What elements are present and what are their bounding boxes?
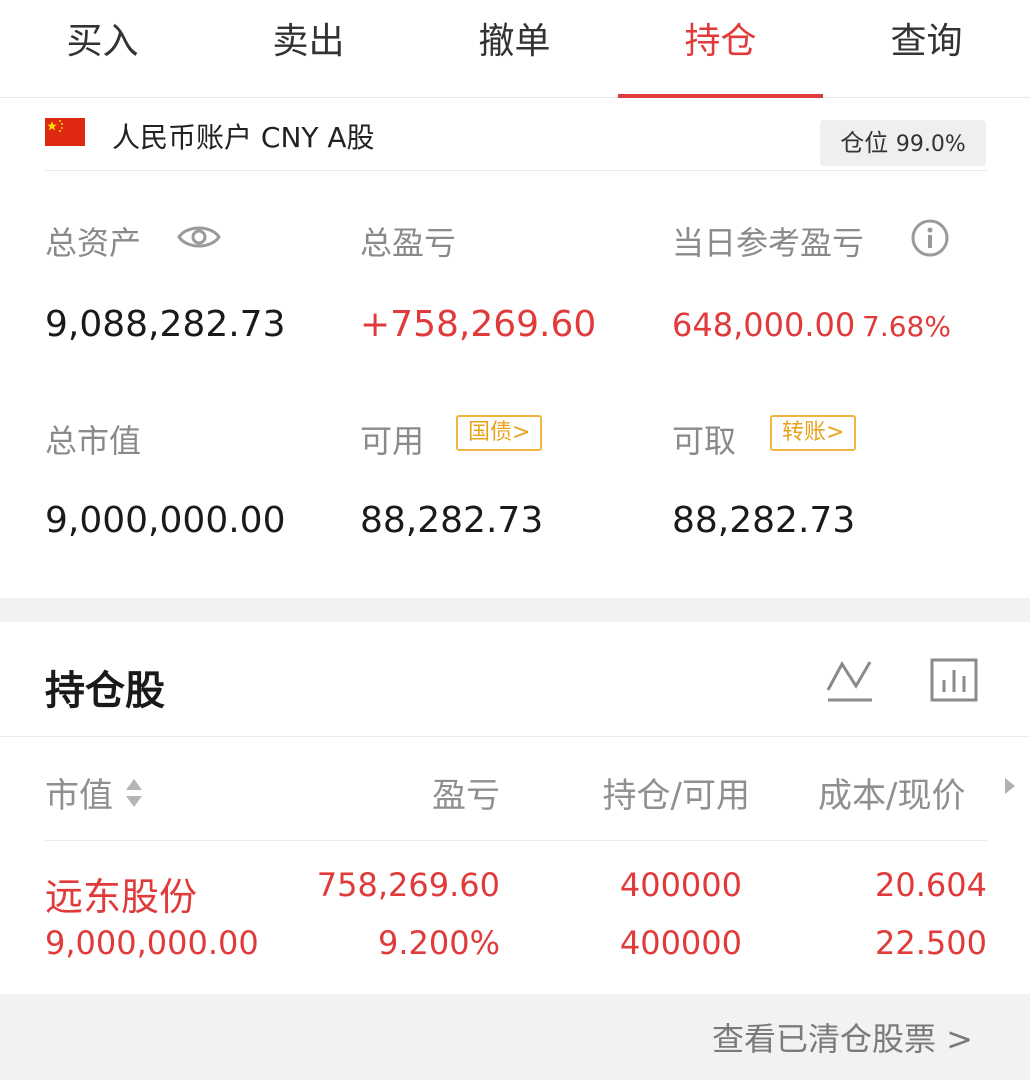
- tab-query[interactable]: 查询: [824, 0, 1029, 98]
- stock-pl: 758,269.60: [316, 866, 500, 904]
- stock-pl-percent: 9.200%: [377, 924, 500, 962]
- stock-cost: 20.604: [875, 866, 987, 904]
- line-chart-icon[interactable]: [826, 656, 874, 708]
- transfer-button[interactable]: 转账>: [770, 415, 857, 451]
- divider: [45, 840, 987, 841]
- column-header-market-value[interactable]: 市值: [45, 768, 144, 819]
- column-header-cost-price: 成本/现价: [818, 776, 966, 816]
- day-pl-value: 648,000.00: [672, 306, 856, 344]
- treasury-bond-button[interactable]: 国债>: [456, 415, 543, 451]
- total-assets-value: 9,088,282.73: [45, 304, 286, 345]
- stock-name: 远东股份: [45, 875, 198, 919]
- total-assets-label: 总资产: [45, 224, 142, 262]
- position-ratio-value: 99.0%: [895, 132, 966, 157]
- scroll-right-icon[interactable]: [1003, 776, 1017, 800]
- position-ratio-badge: 仓位 99.0%: [820, 120, 986, 166]
- market-value-label: 总市值: [45, 422, 142, 460]
- tab-holdings-label: 持仓: [684, 21, 757, 62]
- tab-sell[interactable]: 卖出: [206, 0, 411, 98]
- market-value-value: 9,000,000.00: [45, 500, 286, 541]
- tab-holdings[interactable]: 持仓: [618, 0, 823, 98]
- day-pl-percent: 7.68%: [862, 310, 951, 343]
- eye-icon[interactable]: [177, 222, 221, 256]
- stock-position: 400000: [619, 866, 742, 904]
- tab-cancel-order[interactable]: 撤单: [412, 0, 617, 98]
- holdings-title: 持仓股: [45, 668, 165, 714]
- column-header-position: 持仓/可用: [602, 776, 750, 816]
- account-row: 人民币账户 CNY A股 仓位 99.0%: [0, 98, 1030, 170]
- footer: 查看已清仓股票 >: [0, 994, 1030, 1080]
- stock-price: 22.500: [875, 924, 987, 962]
- china-flag-icon: [45, 118, 85, 146]
- withdrawable-value: 88,282.73: [672, 500, 856, 541]
- withdrawable-label: 可取: [672, 422, 737, 460]
- available-value: 88,282.73: [360, 500, 544, 541]
- tab-buy[interactable]: 买入: [0, 0, 205, 98]
- section-separator: [0, 598, 1030, 622]
- column-header-pl: 盈亏: [432, 776, 500, 816]
- total-pl-value: +758,269.60: [360, 304, 597, 345]
- tab-query-label: 查询: [890, 21, 963, 62]
- top-tab-bar: 买入 卖出 撤单 持仓 查询: [0, 0, 1030, 98]
- sort-icon: [124, 776, 144, 819]
- info-icon[interactable]: [910, 218, 950, 262]
- tab-cancel-order-label: 撤单: [478, 21, 551, 62]
- available-label: 可用: [360, 422, 425, 460]
- tab-sell-label: 卖出: [272, 21, 345, 62]
- account-name: 人民币账户 CNY A股: [112, 121, 375, 154]
- view-cleared-stocks-link[interactable]: 查看已清仓股票 >: [712, 1014, 973, 1060]
- column-header-market-value-label: 市值: [45, 776, 113, 816]
- position-ratio-label: 仓位: [840, 129, 889, 157]
- divider: [45, 170, 987, 171]
- tab-buy-label: 买入: [66, 21, 139, 62]
- bar-chart-icon[interactable]: [930, 656, 978, 708]
- divider: [0, 736, 1030, 737]
- stock-available: 400000: [619, 924, 742, 962]
- day-pl-label: 当日参考盈亏: [672, 224, 865, 262]
- stock-market-value: 9,000,000.00: [45, 924, 259, 962]
- total-pl-label: 总盈亏: [360, 224, 457, 262]
